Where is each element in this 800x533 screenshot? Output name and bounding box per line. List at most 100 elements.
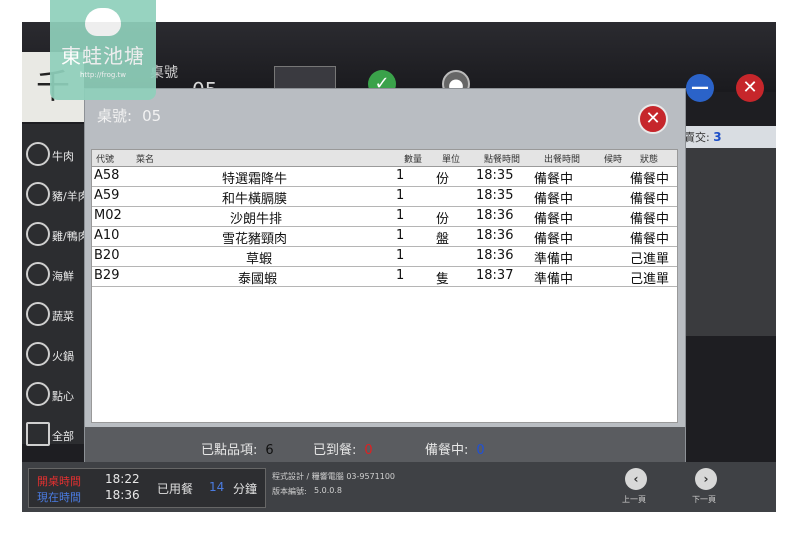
cell-status: 己進單 <box>630 252 670 267</box>
status-footer: 開桌時間 18:22 現在時間 18:36 已用餐 14 分鐘 程式設計 / 糧… <box>22 462 776 512</box>
chevron-right-icon: › <box>703 472 709 486</box>
table-row[interactable]: A59 和牛橫膈膜 1 18:35 備餐中 備餐中 <box>92 187 677 207</box>
watermark-title: 東蛙池塘 <box>61 44 145 68</box>
dessert-icon <box>26 382 50 406</box>
now-time-label: 現在時間 <box>37 491 81 504</box>
cell-code: B29 <box>94 268 120 283</box>
now-time-value: 18:36 <box>105 488 140 502</box>
cell-status: 備餐中 <box>630 192 670 207</box>
col-code: 代號 <box>96 155 115 165</box>
preparing-value: 0 <box>476 443 485 458</box>
cell-status: 己進單 <box>630 272 670 287</box>
arrived-count: 已到餐: 0 <box>313 439 373 458</box>
cell-code: A10 <box>94 228 120 243</box>
cow-icon <box>26 142 50 166</box>
orders-panel: 賣交: 3 <box>674 126 776 336</box>
close-button[interactable]: ✕ <box>638 104 668 134</box>
prev-page-button[interactable]: ‹ <box>625 468 647 490</box>
col-unit: 單位 <box>442 155 461 165</box>
col-wait: 候時 <box>604 155 623 165</box>
ordered-value: 6 <box>265 443 274 458</box>
ordered-label: 已點品項: <box>201 443 258 458</box>
list-icon <box>26 422 50 446</box>
cell-name: 和牛橫膈膜 <box>222 192 288 207</box>
cell-code: B20 <box>94 248 120 263</box>
cell-unit: 盤 <box>436 232 450 247</box>
cell-name: 泰國蝦 <box>238 272 278 287</box>
dialog-table-label: 桌號: <box>97 107 133 125</box>
dialog-table-number: 05 <box>142 107 162 125</box>
orders-count: 3 <box>713 130 722 144</box>
dialog-title: 桌號: 05 <box>97 105 161 126</box>
close-icon: ✕ <box>645 108 661 129</box>
cell-unit: 隻 <box>436 272 450 287</box>
table-header: 代號 菜名 數量 單位 點餐時間 出餐時間 候時 狀態 <box>92 150 677 167</box>
cell-code: M02 <box>94 208 122 223</box>
open-time-value: 18:22 <box>105 472 140 486</box>
sidebar-item-label: 牛肉 <box>52 150 74 163</box>
design-credit: 程式設計 / 糧響電腦 03-9571100 <box>272 472 396 481</box>
cell-name: 沙朗牛排 <box>230 212 283 227</box>
ordered-count: 已點品項: 6 <box>201 439 274 458</box>
cell-qty: 1 <box>396 208 405 223</box>
cell-status: 備餐中 <box>630 212 670 227</box>
open-time-label: 開桌時間 <box>37 475 81 488</box>
next-page-button[interactable]: › <box>695 468 717 490</box>
orders-header: 賣交: 3 <box>674 126 776 148</box>
col-qty: 數量 <box>404 155 423 165</box>
hotpot-icon <box>26 342 50 366</box>
cell-order-time: 18:36 <box>476 208 514 223</box>
cell-unit: 份 <box>436 212 450 227</box>
time-box: 開桌時間 18:22 現在時間 18:36 已用餐 14 分鐘 <box>28 468 266 508</box>
cell-serve-time: 備餐中 <box>534 212 574 227</box>
sidebar-item-label: 全部 <box>52 430 74 443</box>
cell-order-time: 18:35 <box>476 168 514 183</box>
orders-label: 賣交: <box>684 131 710 144</box>
cell-serve-time: 準備中 <box>534 272 574 287</box>
cell-status: 備餐中 <box>630 172 670 187</box>
cell-order-time: 18:36 <box>476 248 514 263</box>
vegetable-icon <box>26 302 50 326</box>
watermark-url: http://frog.tw <box>79 71 127 79</box>
cell-serve-time: 準備中 <box>534 252 574 267</box>
minutes-unit: 分鐘 <box>233 482 258 496</box>
table-row[interactable]: B29 泰國蝦 1 隻 18:37 準備中 己進單 <box>92 267 677 287</box>
cell-qty: 1 <box>396 168 405 183</box>
table-row[interactable]: M02 沙朗牛排 1 份 18:36 備餐中 備餐中 <box>92 207 677 227</box>
cell-qty: 1 <box>396 228 405 243</box>
sidebar-item-label: 點心 <box>52 390 74 403</box>
order-detail-dialog: 桌號: 05 ✕ 代號 菜名 數量 單位 點餐時間 出餐時間 候時 狀態 A58 … <box>84 88 686 468</box>
fish-icon <box>26 262 50 286</box>
cell-serve-time: 備餐中 <box>534 192 574 207</box>
exit-icon[interactable]: ✕ <box>736 74 764 102</box>
table-row[interactable]: B20 草蝦 1 18:36 準備中 己進單 <box>92 247 677 267</box>
minimize-icon[interactable]: — <box>686 74 714 102</box>
summary-bar: 已點品項: 6 已到餐: 0 備餐中: 0 <box>85 427 685 467</box>
sidebar-item-label: 海鮮 <box>52 270 74 283</box>
sidebar-item-label: 蔬菜 <box>52 310 74 323</box>
version-label: 版本編號: <box>272 487 307 496</box>
col-order-time: 點餐時間 <box>484 155 521 165</box>
cell-order-time: 18:35 <box>476 188 514 203</box>
chevron-left-icon: ‹ <box>633 472 639 486</box>
col-status: 狀態 <box>640 155 659 165</box>
cell-name: 雪花豬頸肉 <box>222 232 288 247</box>
prev-page-label: 上一頁 <box>622 495 646 504</box>
version-value: 5.0.0.8 <box>314 486 342 495</box>
cell-qty: 1 <box>396 268 405 283</box>
watermark-logo: 東蛙池塘 http://frog.tw <box>50 0 156 100</box>
order-table: 代號 菜名 數量 單位 點餐時間 出餐時間 候時 狀態 A58 特選霜降牛 1 … <box>91 149 678 423</box>
cell-code: A59 <box>94 188 120 203</box>
arrived-label: 已到餐: <box>313 443 357 458</box>
cell-serve-time: 備餐中 <box>534 172 574 187</box>
cell-name: 草蝦 <box>246 252 273 267</box>
sidebar-item-label: 火鍋 <box>52 350 74 363</box>
pig-icon <box>26 182 50 206</box>
cell-name: 特選霜降牛 <box>222 172 288 187</box>
cell-qty: 1 <box>396 248 405 263</box>
frog-icon <box>85 8 121 36</box>
preparing-count: 備餐中: 0 <box>425 439 485 458</box>
table-row[interactable]: A10 雪花豬頸肉 1 盤 18:36 備餐中 備餐中 <box>92 227 677 247</box>
col-serve-time: 出餐時間 <box>544 155 581 165</box>
table-row[interactable]: A58 特選霜降牛 1 份 18:35 備餐中 備餐中 <box>92 167 677 187</box>
